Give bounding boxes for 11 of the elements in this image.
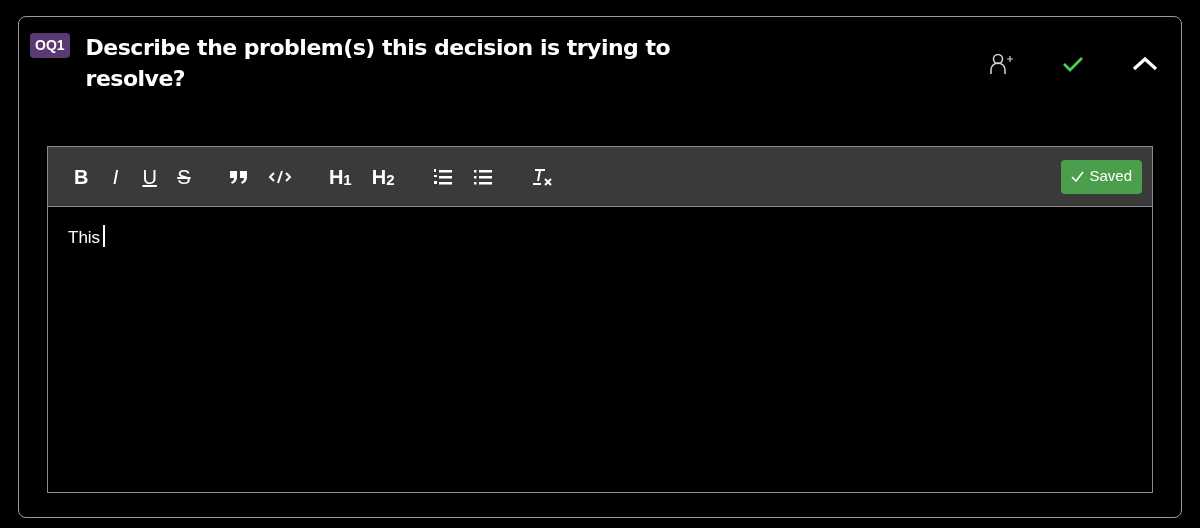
editor-text: This xyxy=(68,227,101,249)
checkmark-icon xyxy=(1071,171,1085,182)
heading-button[interactable]: H$_{2}$ xyxy=(365,160,401,193)
italic-button[interactable]: I xyxy=(102,160,129,193)
underline-button[interactable]: U xyxy=(136,160,163,193)
question-badge: OQ1 xyxy=(30,33,70,58)
strike-button[interactable]: S xyxy=(170,160,197,193)
question-title: Describe the problem(s) this decision is trying to resolve? xyxy=(85,34,672,93)
bold-button[interactable]: B xyxy=(68,160,95,193)
heading-button[interactable]: H$_{1}$ xyxy=(322,160,358,193)
text-editor-field[interactable]: This xyxy=(48,207,1152,492)
